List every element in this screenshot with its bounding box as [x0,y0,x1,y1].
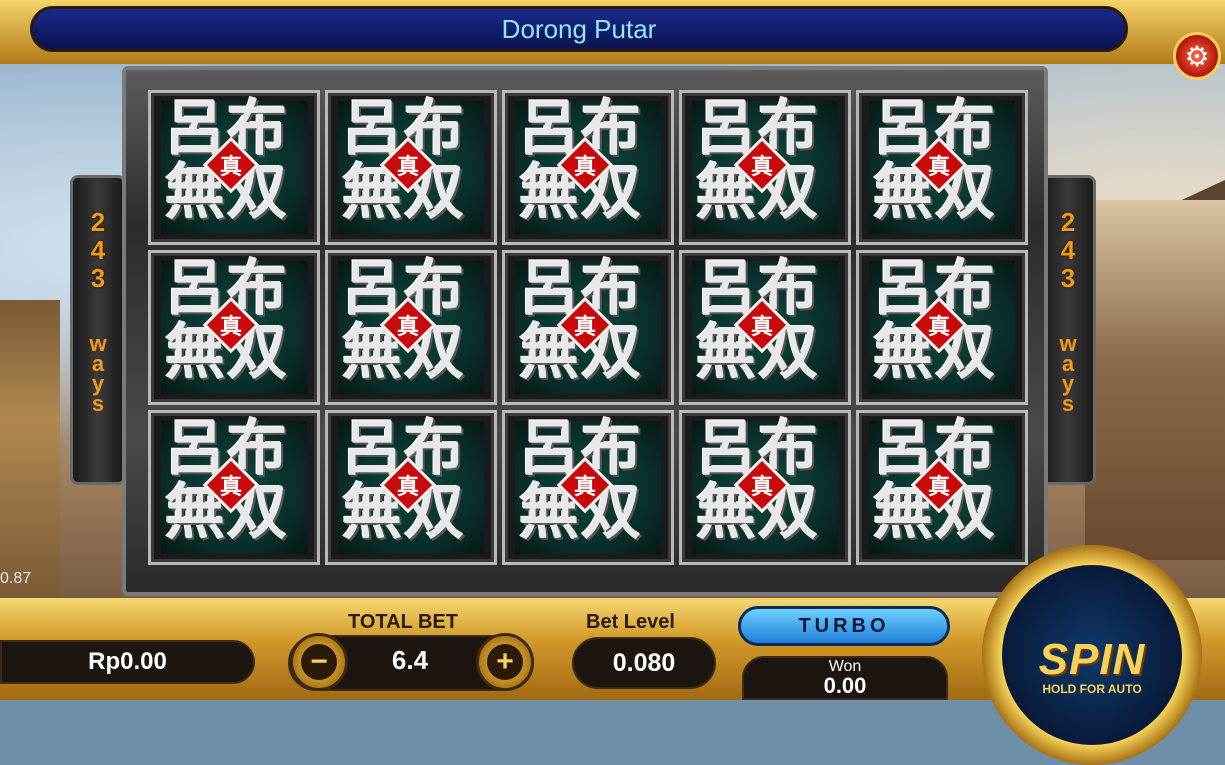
reel-grid: 呂布無双真呂布無双真呂布無双真呂布無双真呂布無双真呂布無双真呂布無双真呂布無双真… [148,90,1028,565]
reel-symbol: 呂布無双真 [325,90,497,245]
reel-symbol: 呂布無双真 [148,250,320,405]
ways-digit: 3 [1060,263,1076,293]
reel-symbol: 呂布無双真 [856,250,1028,405]
reel-symbol: 呂布無双真 [502,410,674,565]
emblem-glyph: 真 [750,314,773,340]
reel-symbol: 呂布無双真 [502,250,674,405]
emblem-glyph: 真 [219,474,242,500]
balance-display: Rp0.00 [0,640,255,684]
emblem-glyph: 真 [573,154,596,180]
turbo-button[interactable]: TURBO [738,606,950,646]
reel-symbol: 呂布無双真 [325,250,497,405]
reel-symbol: 呂布無双真 [856,90,1028,245]
ways-digit: 3 [90,263,106,293]
total-bet-label: TOTAL BET [348,611,458,633]
reel-symbol: 呂布無双真 [679,90,851,245]
emblem-glyph: 真 [573,314,596,340]
ways-digit: 2 [90,207,106,237]
emblem-glyph: 真 [219,154,242,180]
emblem-glyph: 真 [750,154,773,180]
ways-letter: s [1061,391,1075,416]
emblem-glyph: 真 [396,314,419,340]
bet-level-label: Bet Level [586,611,675,633]
background-building-left [0,300,60,600]
reel-symbol: 呂布無双真 [679,250,851,405]
won-display: Won 0.00 [742,656,948,700]
reel-symbol: 呂布無双真 [679,410,851,565]
total-bet-value: 6.4 [391,645,429,675]
ways-digit: 2 [1060,207,1076,237]
emblem-glyph: 真 [927,154,950,180]
minus-icon: − [301,644,337,680]
reel-symbol: 呂布無双真 [325,410,497,565]
spin-sublabel: HOLD FOR AUTO [1042,682,1142,696]
ways-word: w a y s [89,333,106,416]
ways-word: w a y s [1059,333,1076,416]
side-value: 0.87 [0,570,32,587]
ways-letter: s [91,391,105,416]
ways-digit: 4 [1060,235,1076,265]
ways-plaque-right: 2 4 3 w a y s [1040,175,1096,485]
reel-symbol: 呂布無双真 [148,410,320,565]
game-title: Dorong Putar [501,13,657,44]
spin-label: SPIN [1038,635,1146,684]
reel-symbol: 呂布無双真 [502,90,674,245]
emblem-glyph: 真 [750,474,773,500]
title-bar: Dorong Putar [30,6,1128,52]
emblem-glyph: 真 [927,314,950,340]
bet-level-value[interactable]: 0.080 [572,637,716,689]
emblem-glyph: 真 [396,474,419,500]
plus-icon: + [487,644,523,680]
emblem-glyph: 真 [396,154,419,180]
gear-icon: ⚙ [1184,40,1210,72]
increase-bet-button[interactable]: + [476,633,534,691]
reel-symbol: 呂布無双真 [856,410,1028,565]
emblem-glyph: 真 [573,474,596,500]
emblem-glyph: 真 [927,474,950,500]
emblem-glyph: 真 [219,314,242,340]
reel-symbol: 呂布無双真 [148,90,320,245]
background-building-right [1085,200,1225,560]
settings-button[interactable]: ⚙ [1173,32,1221,80]
ways-plaque-left: 2 4 3 w a y s [70,175,126,485]
ways-digit: 4 [90,235,106,265]
won-value: 0.00 [823,673,867,698]
